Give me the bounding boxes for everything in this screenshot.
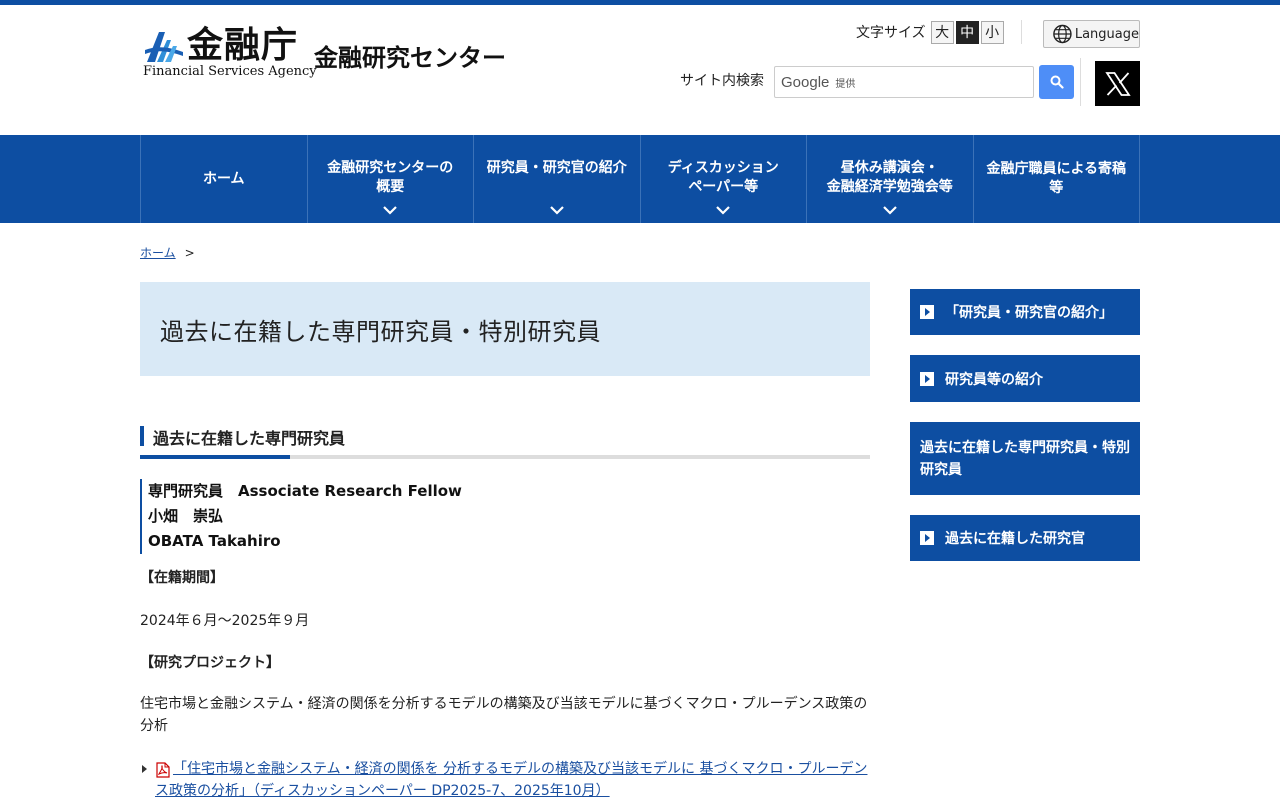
project-heading: 【研究プロジェクト】 (140, 655, 280, 671)
page-title: 過去に在籍した専門研究員・特別研究員 (160, 317, 601, 346)
chevron-down-icon (383, 206, 398, 215)
nav-discussion-papers[interactable]: ディスカッション ペーパー等 (641, 135, 807, 223)
font-size-small-button[interactable]: 小 (980, 20, 1004, 44)
chevron-down-icon (882, 206, 897, 215)
list-bullet-icon (142, 765, 147, 773)
top-accent-line (0, 0, 1280, 5)
page-title-box: 過去に在籍した専門研究員・特別研究員 (140, 282, 870, 376)
font-size-large-button[interactable]: 大 (930, 20, 954, 44)
person-name-jp: 小畑 崇弘 (148, 507, 224, 525)
nav-home[interactable]: ホーム (141, 135, 308, 223)
nav-dp-label-1: ディスカッション (667, 160, 779, 176)
sidebar-item-label: 過去に在籍した専門研究員・特別研究員 (920, 439, 1130, 478)
section-heading-bar (140, 426, 144, 446)
nav-lectures-label-2: 金融経済学勉強会等 (826, 179, 953, 195)
project-description: 住宅市場と金融システム・経済の関係を分析するモデルの構築及び当該モデルに基づくマ… (140, 696, 868, 734)
nav-researchers[interactable]: 研究員・研究官の紹介 (474, 135, 641, 223)
language-label: Language (1074, 26, 1139, 42)
sidebar-item-label: 過去に在籍した研究官 (945, 531, 1085, 547)
search-input[interactable]: Google 提供 (774, 66, 1034, 98)
font-size-switcher: 文字サイズ 大 中 小 (856, 20, 1006, 44)
google-brand-text: Google (781, 73, 830, 91)
search-icon (1050, 75, 1064, 89)
fsa-logo-icon (143, 28, 183, 64)
person-role: 専門研究員 Associate Research Fellow (148, 482, 462, 500)
font-size-medium-button[interactable]: 中 (955, 20, 979, 44)
site-search-label: サイト内検索 (680, 73, 764, 89)
breadcrumb-separator: > (184, 245, 195, 260)
nav-dp-label-2: ペーパー等 (688, 179, 759, 195)
pdf-icon (156, 762, 170, 778)
search-button[interactable] (1039, 65, 1074, 99)
sidebar-item-label: 「研究員・研究官の紹介」 (945, 305, 1113, 321)
breadcrumb: ホーム > (140, 244, 195, 261)
sidebar-item-label: 研究員等の紹介 (945, 371, 1043, 388)
language-button[interactable]: Language (1043, 20, 1140, 48)
chevron-down-icon (716, 206, 731, 215)
logo-en-text: Financial Services Agency (143, 64, 317, 79)
chevron-down-icon (549, 206, 564, 215)
person-card: 専門研究員 Associate Research Fellow 小畑 崇弘 OB… (140, 479, 462, 554)
center-name: 金融研究センター (314, 44, 506, 72)
nav-lectures[interactable]: 昼休み講演会・ 金融経済学勉強会等 (807, 135, 974, 223)
global-nav: ホーム 金融研究センターの 概要 研究員・研究官の紹介 ディスカッション ペーパ… (0, 135, 1280, 223)
nav-lectures-label-1: 昼休み講演会・ (840, 160, 939, 176)
header-divider (1021, 20, 1022, 44)
sidebar-item-researcher-intro[interactable]: 「研究員・研究官の紹介」 (910, 289, 1140, 335)
nav-overview[interactable]: 金融研究センターの 概要 (308, 135, 474, 223)
nav-contrib-label-2: 等 (1049, 180, 1064, 196)
sidebar-item-past-fellows[interactable]: 過去に在籍した専門研究員・特別研究員 (910, 422, 1140, 495)
section-underline-accent (140, 455, 290, 459)
nav-contributions[interactable]: 金融庁職員による寄稿 等 (974, 135, 1140, 223)
discussion-paper-link[interactable]: 「住宅市場と金融システム・経済の関係を 分析するモデルの構築及び当該モデルに 基… (140, 758, 875, 802)
nav-overview-label-2: 概要 (376, 179, 405, 195)
discussion-paper-link-item: 「住宅市場と金融システム・経済の関係を 分析するモデルの構築及び当該モデルに 基… (140, 758, 875, 802)
nav-contrib-label-1: 金融庁職員による寄稿 (986, 161, 1127, 177)
arrow-right-icon (920, 531, 934, 545)
arrow-right-icon (920, 371, 934, 386)
period-heading: 【在籍期間】 (140, 570, 224, 586)
globe-icon (1053, 24, 1072, 44)
sidebar-item-researchers[interactable]: 研究員等の紹介 (910, 355, 1140, 402)
person-name-en: OBATA Takahiro (148, 532, 281, 550)
sidebar-item-past-officers[interactable]: 過去に在籍した研究官 (910, 515, 1140, 561)
period-text: 2024年６月～2025年９月 (140, 613, 310, 629)
header-divider-2 (1080, 58, 1081, 106)
nav-overview-label-1: 金融研究センターの (327, 160, 454, 176)
x-social-link[interactable] (1095, 61, 1140, 106)
logo-jp-text: 金融庁 (187, 25, 299, 66)
section-heading: 過去に在籍した専門研究員 (140, 426, 870, 460)
google-provided-text: 提供 (835, 78, 856, 90)
font-size-label: 文字サイズ (856, 25, 926, 41)
nav-researchers-label: 研究員・研究官の紹介 (486, 160, 627, 176)
x-logo-icon (1104, 71, 1131, 96)
nav-home-label: ホーム (202, 170, 245, 187)
site-logo[interactable]: 金融庁 Financial Services Agency 金融研究センター (141, 24, 531, 84)
section-title: 過去に在籍した専門研究員 (153, 429, 346, 448)
arrow-right-icon (920, 305, 934, 319)
breadcrumb-home-link[interactable]: ホーム (140, 244, 176, 261)
